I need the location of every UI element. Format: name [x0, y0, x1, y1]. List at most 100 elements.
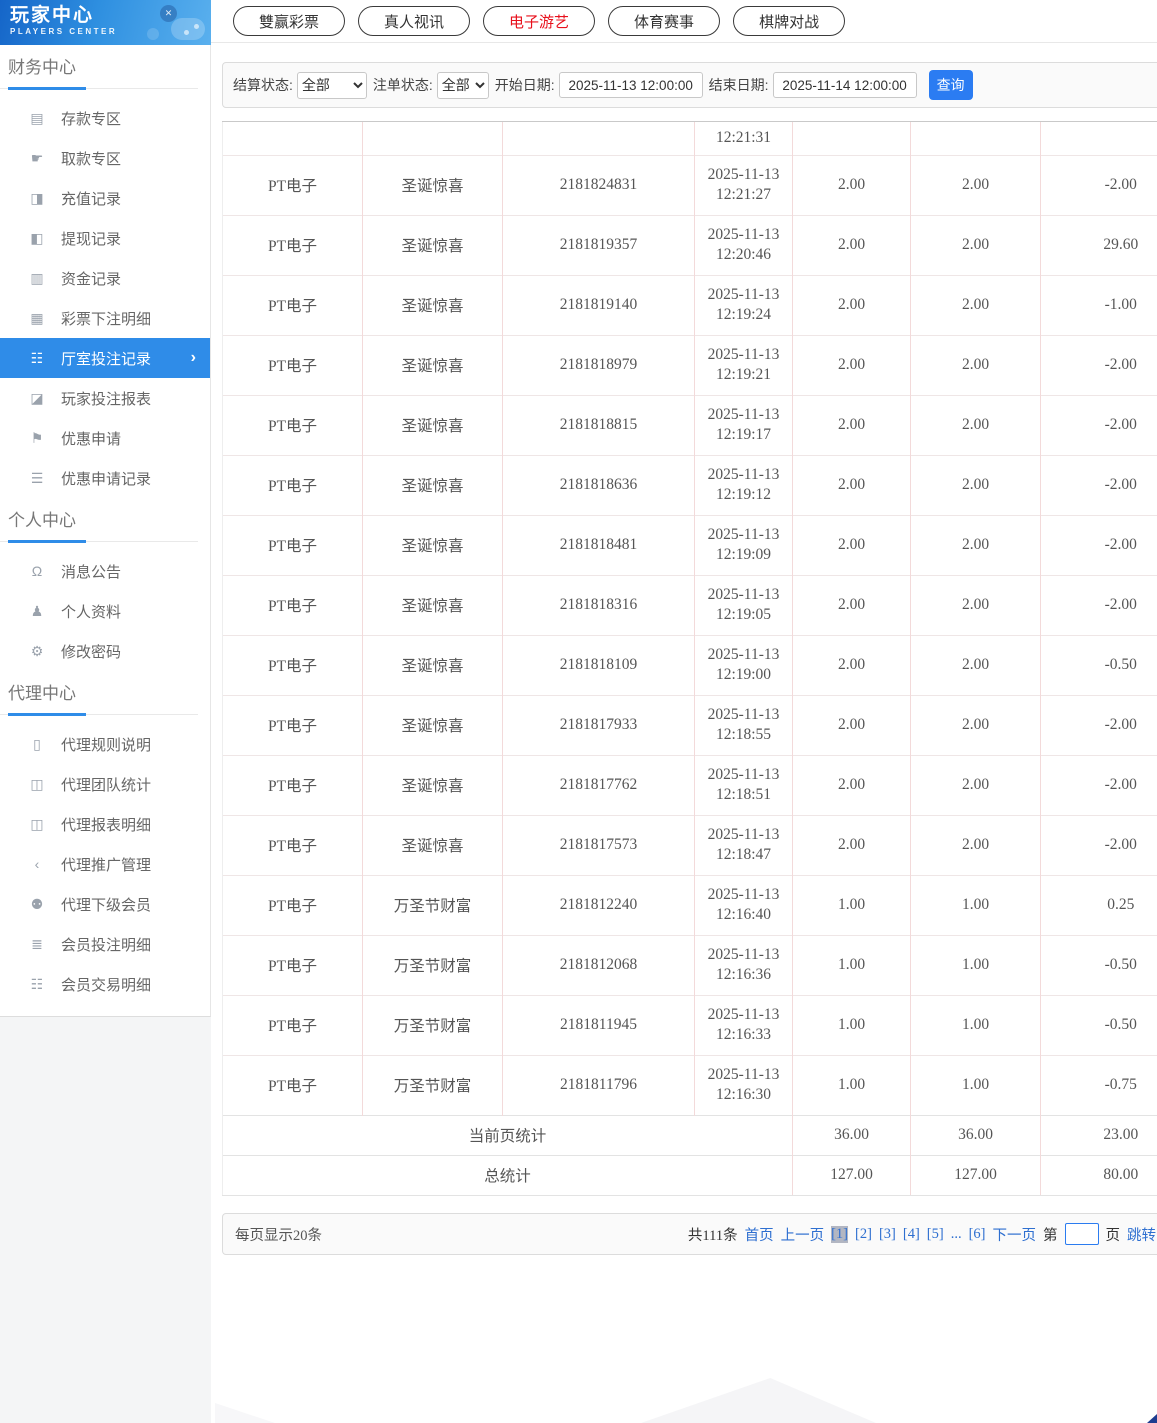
cell-datetime: 2025-11-13 12:19:21: [694, 334, 793, 395]
cell-order: 2181818481: [502, 514, 695, 575]
cell-datetime: 2025-11-13 12:18:51: [694, 754, 793, 815]
cell-bet: 2.00: [792, 754, 911, 815]
pagination-bar: 每页显示20条 共111条 首页 上一页 [1] [2] [3] [4] [5]…: [222, 1213, 1157, 1255]
withdraw-hand-icon: ☛: [30, 149, 44, 166]
cell-game: 圣诞惊喜: [362, 334, 503, 395]
sidebar-item-label: 个人资料: [61, 603, 122, 621]
page-number-link[interactable]: [1]: [831, 1225, 849, 1243]
sidebar-item[interactable]: ◧ 提现记录 ›: [0, 218, 210, 258]
sidebar-item[interactable]: ▥ 资金记录 ›: [0, 258, 210, 298]
cell-platform: PT电子: [222, 214, 363, 275]
cell-bet: 1.00: [792, 994, 911, 1055]
jump-button[interactable]: 跳转: [1127, 1224, 1156, 1245]
sidebar-item[interactable]: ⚑ 优惠申请 ›: [0, 418, 210, 458]
table-row-partial: 12:21:31: [222, 122, 1157, 155]
page-number-link[interactable]: [3]: [879, 1226, 896, 1243]
cell-profit: -2.00: [1040, 754, 1157, 815]
cell-datetime: 2025-11-13 12:19:00: [694, 634, 793, 695]
cell-game: 圣诞惊喜: [362, 514, 503, 575]
sidebar-item[interactable]: ◨ 充值记录 ›: [0, 178, 210, 218]
page-stats-profit: 23.00: [1040, 1114, 1157, 1155]
total-stats-profit: 80.00: [1040, 1154, 1157, 1195]
search-button[interactable]: 查询: [928, 70, 973, 100]
start-date-label: 开始日期:: [494, 77, 555, 93]
cell-valid: 2.00: [910, 454, 1041, 515]
cell-profit: -2.00: [1040, 694, 1157, 755]
cell-bet: 1.00: [792, 874, 911, 935]
sidebar-item[interactable]: ☛ 取款专区 ›: [0, 138, 210, 178]
sidebar-item[interactable]: ◪ 玩家投注报表 ›: [0, 378, 210, 418]
top-nav-tab[interactable]: 电子游艺: [483, 6, 596, 36]
sidebar-item[interactable]: Ω 消息公告 ›: [0, 551, 210, 591]
sidebar-item[interactable]: ▦ 彩票下注明细 ›: [0, 298, 210, 338]
cell-order: 2181817933: [502, 694, 695, 755]
cell-platform: PT电子: [222, 574, 363, 635]
top-nav-tab[interactable]: 雙赢彩票: [233, 6, 346, 36]
sidebar-item[interactable]: ☷ 会员交易明细 ›: [0, 964, 210, 1004]
cell-order: 2181819140: [502, 274, 695, 335]
table-row: PT电子 圣诞惊喜 2181818481 2025-11-13 12:19:09…: [222, 514, 1157, 575]
cell-valid: 2.00: [910, 214, 1041, 275]
sidebar-item[interactable]: ♟ 个人资料 ›: [0, 591, 210, 631]
prev-page-link[interactable]: 上一页: [781, 1224, 825, 1245]
settle-status-select[interactable]: 全部: [296, 71, 367, 99]
cell-valid: 2.00: [910, 574, 1041, 635]
page-size-text: 每页显示20条: [235, 1227, 322, 1244]
total-stats-label: 总统计: [222, 1154, 793, 1195]
cell-profit: -0.75: [1040, 1054, 1157, 1115]
jump-prefix-label: 第: [1043, 1227, 1058, 1244]
sidebar-item[interactable]: ▯ 代理规则说明 ›: [0, 724, 210, 764]
cell-valid: 2.00: [910, 274, 1041, 335]
cell-platform: PT电子: [222, 874, 363, 935]
cell-order: 2181818316: [502, 574, 695, 635]
sidebar-item[interactable]: ◫ 代理团队统计 ›: [0, 764, 210, 804]
cell-datetime: 2025-11-13 12:18:47: [694, 814, 793, 875]
cell-order: 2181817573: [502, 814, 695, 875]
end-date-input[interactable]: [772, 72, 917, 98]
page-number-link[interactable]: [6]: [969, 1226, 986, 1243]
cell-platform: PT电子: [222, 454, 363, 515]
start-date-input[interactable]: [558, 72, 703, 98]
bell-icon: Ω: [31, 563, 43, 579]
page-number-link[interactable]: [4]: [903, 1226, 920, 1243]
sidebar-item[interactable]: ☷ 厅室投注记录 ›: [0, 338, 210, 378]
cell-valid: 2.00: [910, 394, 1041, 455]
cell-game: 圣诞惊喜: [362, 274, 503, 335]
sidebar-item[interactable]: ▤ 存款专区 ›: [0, 98, 210, 138]
cell-bet: 2.00: [792, 154, 911, 215]
cell-game: 圣诞惊喜: [362, 814, 503, 875]
cell-game: 圣诞惊喜: [362, 394, 503, 455]
cell-game: 圣诞惊喜: [362, 574, 503, 635]
page-number-link[interactable]: ...: [951, 1226, 962, 1243]
cell-bet: 1.00: [792, 1054, 911, 1115]
section-divider: [0, 713, 210, 716]
cell-datetime: 2025-11-13 12:21:27: [694, 154, 793, 215]
sidebar-item[interactable]: ⚉ 代理下级会员 ›: [0, 884, 210, 924]
sidebar-item[interactable]: ◫ 代理报表明细 ›: [0, 804, 210, 844]
sidebar-section-title-finance: 财务中心: [8, 58, 76, 77]
top-nav-tab[interactable]: 真人视讯: [358, 6, 471, 36]
page-number-link[interactable]: [5]: [927, 1226, 944, 1243]
sidebar-item[interactable]: ‹ 代理推广管理 ›: [0, 844, 210, 884]
sidebar-item[interactable]: ☰ 优惠申请记录 ›: [0, 458, 210, 498]
order-status-select[interactable]: 全部: [436, 71, 489, 99]
cell-datetime: 2025-11-13 12:16:36: [694, 934, 793, 995]
sidebar-section-title-agent: 代理中心: [8, 684, 76, 703]
next-page-link[interactable]: 下一页: [993, 1224, 1037, 1245]
top-nav-tab[interactable]: 棋牌对战: [733, 6, 846, 36]
sidebar-item-label: 修改密码: [61, 643, 122, 661]
report-detail-icon: ◫: [30, 815, 44, 832]
first-page-link[interactable]: 首页: [745, 1224, 774, 1245]
sidebar-item-label: 充值记录: [61, 190, 122, 208]
top-nav-tab[interactable]: 体育赛事: [608, 6, 721, 36]
page-number-link[interactable]: [2]: [855, 1226, 872, 1243]
page-stats-row: 当前页统计 36.00 36.00 23.00: [222, 1114, 1157, 1155]
content: 结算状态: 全部 注单状态: 全部 开始日期: 结束日期: 查询: [211, 43, 1157, 1255]
cell-game: 万圣节财富: [362, 1054, 503, 1115]
sidebar-item[interactable]: ⚙ 修改密码 ›: [0, 631, 210, 671]
cell-order: 2181818815: [502, 394, 695, 455]
page-jump-input[interactable]: [1064, 1223, 1099, 1245]
sidebar-item[interactable]: ≣ 会员投注明细 ›: [0, 924, 210, 964]
cell-game: 圣诞惊喜: [362, 214, 503, 275]
cell-order: 2181824831: [502, 154, 695, 215]
